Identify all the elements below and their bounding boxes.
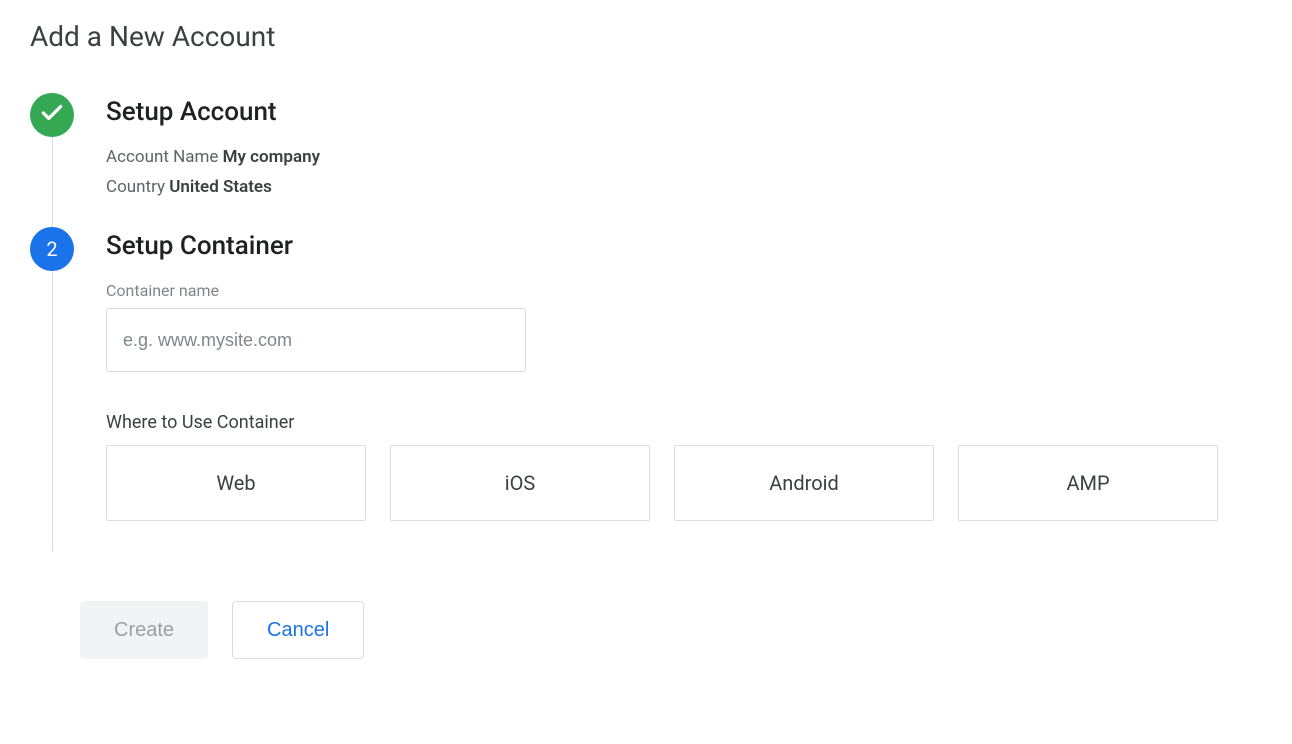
country-value: United States: [169, 177, 272, 197]
step-setup-container: 2 Setup Container Container name Where t…: [30, 227, 1262, 551]
option-amp[interactable]: AMP: [958, 445, 1218, 521]
step-1-title: Setup Account: [106, 97, 1262, 127]
page-title: Add a New Account: [30, 20, 1262, 53]
container-use-options: Web iOS Android AMP: [106, 445, 1262, 521]
stepper: Setup Account Account Name My company Co…: [30, 93, 1262, 551]
action-buttons: Create Cancel: [80, 601, 1262, 659]
option-ios[interactable]: iOS: [390, 445, 650, 521]
account-name-summary: Account Name My company: [106, 147, 1262, 167]
step-2-indicator: 2: [30, 227, 74, 271]
check-icon: [39, 100, 65, 131]
container-name-input[interactable]: [106, 308, 526, 372]
country-summary: Country United States: [106, 177, 1262, 197]
option-android[interactable]: Android: [674, 445, 934, 521]
create-button[interactable]: Create: [80, 601, 208, 659]
step-1-indicator: [30, 93, 74, 137]
account-name-label: Account Name: [106, 147, 218, 167]
country-label: Country: [106, 177, 165, 197]
option-web[interactable]: Web: [106, 445, 366, 521]
step-setup-account: Setup Account Account Name My company Co…: [30, 93, 1262, 207]
account-name-value: My company: [223, 147, 320, 167]
step-2-number: 2: [46, 237, 57, 261]
cancel-button[interactable]: Cancel: [232, 601, 364, 659]
step-2-title: Setup Container: [106, 231, 1262, 261]
container-name-label: Container name: [106, 281, 1262, 300]
where-to-use-label: Where to Use Container: [106, 412, 1262, 433]
